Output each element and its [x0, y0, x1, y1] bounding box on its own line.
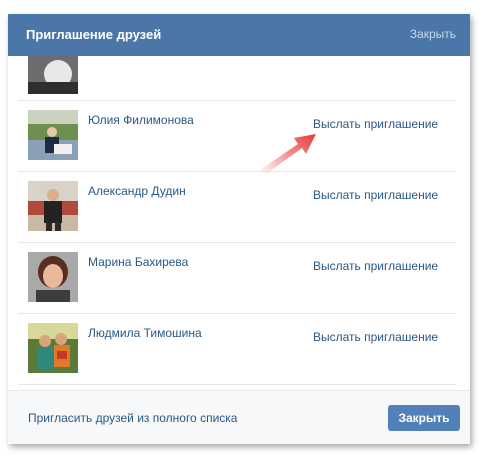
list-item: Людмила Тимошина Выслать приглашение — [18, 314, 456, 385]
send-invite-link[interactable]: Выслать приглашение — [313, 117, 438, 131]
friend-name[interactable]: Александр Дудин — [88, 184, 186, 198]
avatar — [28, 323, 78, 373]
avatar — [28, 181, 78, 231]
friends-list[interactable]: Юлия Филимонова Выслать приглашение Алек… — [8, 56, 470, 390]
send-invite-link[interactable]: Выслать приглашение — [313, 330, 438, 344]
invite-from-full-list-link[interactable]: Пригласить друзей из полного списка — [28, 411, 237, 425]
invite-friends-dialog: Приглашение друзей Закрыть Юлия Филимоно… — [8, 14, 470, 444]
avatar — [28, 110, 78, 160]
dialog-header: Приглашение друзей Закрыть — [8, 14, 470, 56]
list-item: Марина Бахирева Выслать приглашение — [18, 243, 456, 314]
dialog-footer: Пригласить друзей из полного списка Закр… — [8, 390, 470, 444]
avatar — [28, 56, 78, 94]
arrow-icon — [260, 134, 316, 174]
list-item: Юлия Филимонова Выслать приглашение — [18, 101, 456, 172]
dialog-title: Приглашение друзей — [26, 27, 162, 42]
avatar — [28, 252, 78, 302]
header-close-link[interactable]: Закрыть — [410, 27, 456, 41]
friend-name[interactable]: Марина Бахирева — [88, 255, 188, 269]
send-invite-link[interactable]: Выслать приглашение — [313, 259, 438, 273]
list-item: Александр Дудин Выслать приглашение — [18, 172, 456, 243]
list-item — [18, 56, 456, 101]
send-invite-link[interactable]: Выслать приглашение — [313, 188, 438, 202]
close-button[interactable]: Закрыть — [388, 405, 460, 431]
friend-name[interactable]: Людмила Тимошина — [88, 326, 202, 340]
friend-name[interactable]: Юлия Филимонова — [88, 113, 194, 127]
